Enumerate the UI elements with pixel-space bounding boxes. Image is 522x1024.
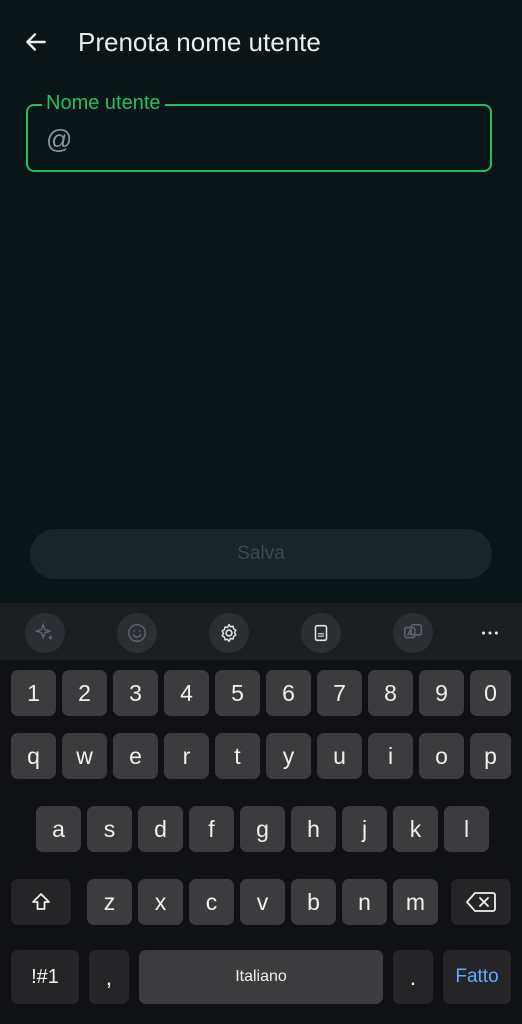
key-i[interactable]: i [368, 733, 413, 779]
key-r[interactable]: r [164, 733, 209, 779]
keyboard-mode-icon [314, 624, 328, 642]
period-key[interactable]: . [393, 950, 433, 1004]
backspace-key[interactable] [451, 879, 511, 925]
backspace-icon [466, 892, 496, 912]
key-t[interactable]: t [215, 733, 260, 779]
back-button[interactable] [18, 24, 54, 60]
shift-icon [32, 893, 50, 910]
done-key[interactable]: Fatto [443, 950, 511, 1004]
key-g[interactable]: g [240, 806, 285, 852]
key-3[interactable]: 3 [113, 670, 158, 716]
key-1[interactable]: 1 [11, 670, 56, 716]
key-y[interactable]: y [266, 733, 311, 779]
username-field-label: Nome utente [42, 91, 165, 115]
shift-key[interactable] [11, 879, 71, 925]
key-u[interactable]: u [317, 733, 362, 779]
key-q[interactable]: q [11, 733, 56, 779]
symbols-key[interactable]: !#1 [11, 950, 79, 1004]
emoji-icon [128, 624, 146, 642]
key-8[interactable]: 8 [368, 670, 413, 716]
key-h[interactable]: h [291, 806, 336, 852]
key-k[interactable]: k [393, 806, 438, 852]
key-j[interactable]: j [342, 806, 387, 852]
emoji-button[interactable] [117, 613, 157, 653]
key-e[interactable]: e [113, 733, 158, 779]
keyboard-toolbar [0, 603, 522, 660]
key-6[interactable]: 6 [266, 670, 311, 716]
ai-sparkle-button[interactable] [25, 613, 65, 653]
key-0[interactable]: 0 [470, 670, 511, 716]
username-input[interactable] [80, 122, 484, 158]
username-prefix: @ [46, 124, 73, 154]
key-m[interactable]: m [393, 879, 438, 925]
more-button[interactable] [470, 613, 510, 653]
key-9[interactable]: 9 [419, 670, 464, 716]
key-4[interactable]: 4 [164, 670, 209, 716]
key-x[interactable]: x [138, 879, 183, 925]
ai-sparkle-icon [34, 622, 54, 641]
key-f[interactable]: f [189, 806, 234, 852]
comma-key[interactable]: , [89, 950, 129, 1004]
key-n[interactable]: n [342, 879, 387, 925]
key-a[interactable]: a [36, 806, 81, 852]
key-5[interactable]: 5 [215, 670, 260, 716]
key-p[interactable]: p [470, 733, 511, 779]
arrow-left-icon [26, 33, 46, 51]
key-c[interactable]: c [189, 879, 234, 925]
save-button[interactable]: Salva [30, 529, 492, 579]
more-icon [482, 631, 498, 635]
keyboard-mode-button[interactable] [301, 613, 341, 653]
settings-button[interactable] [209, 613, 249, 653]
key-b[interactable]: b [291, 879, 336, 925]
key-7[interactable]: 7 [317, 670, 362, 716]
keyboard: 1 2 3 4 5 6 7 8 9 0 q w e r t y u i o p … [0, 660, 522, 1024]
key-v[interactable]: v [240, 879, 285, 925]
translate-icon [404, 624, 422, 639]
page-title: Prenota nome utente [78, 27, 321, 57]
key-s[interactable]: s [87, 806, 132, 852]
settings-icon [221, 623, 237, 643]
key-d[interactable]: d [138, 806, 183, 852]
key-l[interactable]: l [444, 806, 489, 852]
key-z[interactable]: z [87, 879, 132, 925]
translate-button[interactable] [393, 613, 433, 653]
key-2[interactable]: 2 [62, 670, 107, 716]
app-bar: Prenota nome utente [0, 0, 522, 84]
key-o[interactable]: o [419, 733, 464, 779]
space-key[interactable]: Italiano [139, 950, 383, 1004]
key-w[interactable]: w [62, 733, 107, 779]
